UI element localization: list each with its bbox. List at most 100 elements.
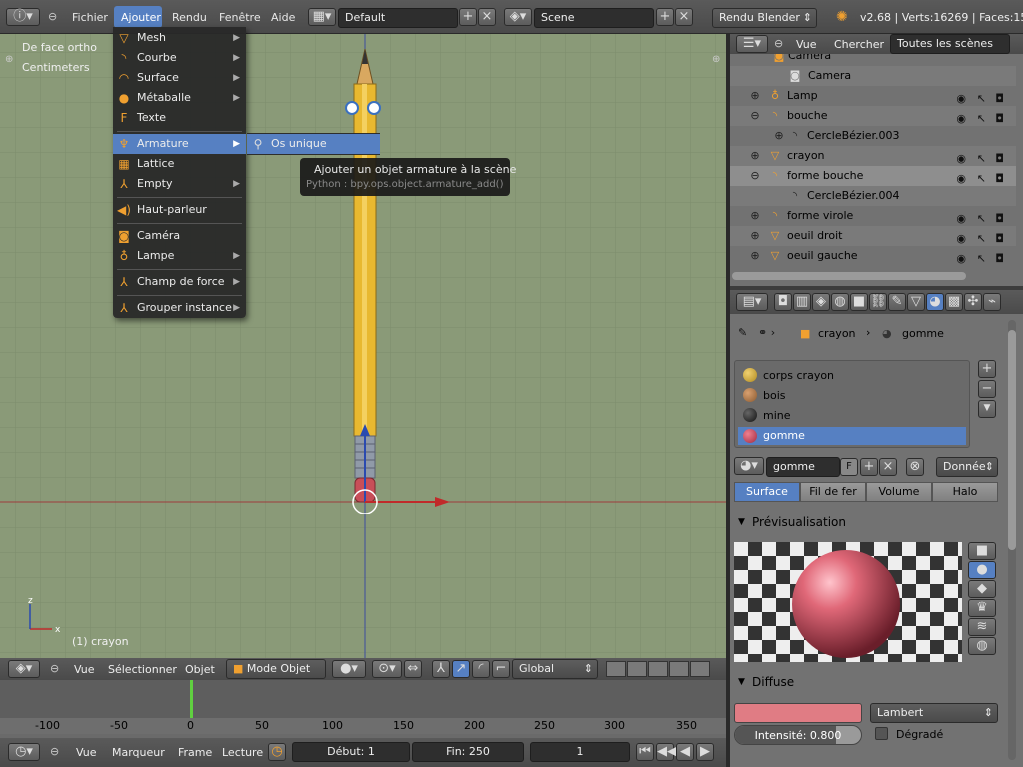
jump-start-icon[interactable]: ⏮ (636, 743, 654, 761)
texture-tab-icon[interactable]: ▩ (945, 293, 963, 311)
timeline-editor-type-button[interactable]: ◷▾ (8, 743, 40, 761)
outliner-row[interactable]: ⊖ ◝ bouche ◉ ↖ ◘ (730, 106, 1016, 126)
expand-icon[interactable]: ⊕ (748, 89, 762, 103)
outliner-editor-type-button[interactable]: ☰▾ (736, 35, 768, 53)
outliner-row[interactable]: ⊖ ◝ forme bouche ◉ ↖ ◘ (730, 166, 1016, 186)
collapse-icon[interactable]: ⊖ (50, 745, 59, 758)
collapse-row-icon[interactable]: ⊖ (748, 169, 762, 183)
material-slot-label[interactable]: gomme (763, 429, 805, 442)
preview-hair-icon[interactable]: ≋ (968, 618, 996, 636)
material-slot-label[interactable]: mine (763, 409, 791, 422)
material-tab-icon[interactable]: ◕ (926, 293, 944, 311)
end-frame-field[interactable]: Fin: 250 (412, 742, 524, 762)
info-editor-type-button[interactable]: ⓘ▾ (6, 8, 40, 26)
expand-icon[interactable]: ⊕ (748, 229, 762, 243)
preview-range-icon[interactable]: ◷ (268, 743, 286, 761)
menu-item-grouper-instance[interactable]: ⅄ Grouper instance ▶ (113, 298, 246, 318)
expand-icon[interactable]: ⊕ (748, 249, 762, 263)
layer-button[interactable] (627, 661, 647, 677)
pin-icon[interactable]: ✎ (738, 326, 747, 339)
collapse-icon[interactable]: ⊖ (774, 37, 783, 50)
3d-viewport[interactable]: De face ortho Centimeters ⊕ ⊕ x z (1) cr… (0, 34, 726, 658)
menu-item-armature[interactable]: ♆ Armature ▶ (113, 134, 246, 154)
properties-scrollbar[interactable] (1008, 320, 1016, 760)
current-frame-field[interactable]: 1 (530, 742, 630, 762)
timeline-menu-marqueur[interactable]: Marqueur (112, 746, 165, 759)
outliner-row[interactable]: ◙ Camera (730, 66, 1016, 86)
outliner-scrollbar[interactable] (732, 272, 966, 280)
material-browse-button[interactable]: ◕▾ (734, 457, 764, 475)
intensity-slider[interactable]: Intensité: 0.800 (734, 725, 862, 745)
menu-item-champ-de-force[interactable]: ⅄ Champ de force ▶ (113, 272, 246, 292)
scene-name-field[interactable]: Scene (534, 8, 654, 28)
timeline-menu-lecture[interactable]: Lecture (222, 746, 263, 759)
outliner-row[interactable]: ⊕ ◝ forme virole ◉ ↖ ◘ (730, 206, 1016, 226)
preview-cube-icon[interactable]: ◆ (968, 580, 996, 598)
timeline-menu-frame[interactable]: Frame (178, 746, 212, 759)
menu-item-metaballe[interactable]: ● Métaballe ▶ (113, 88, 246, 108)
object-tab-icon[interactable]: ■ (850, 293, 868, 311)
collapse-row-icon[interactable]: ⊖ (748, 109, 762, 123)
diffuse-shader-select[interactable]: Lambert ⇕ (870, 703, 998, 723)
viewport-editor-type-button[interactable]: ◈▾ (8, 660, 40, 678)
menu-vue[interactable]: Vue (74, 663, 95, 676)
properties-editor-type-button[interactable]: ▤▾ (736, 293, 768, 311)
tab-surface[interactable]: Surface (734, 482, 800, 502)
outliner-row[interactable]: ◙ Camera (730, 54, 1016, 66)
timeline[interactable]: -100 -50 0 50 100 150 200 250 300 350 (0, 680, 726, 738)
menu-item-os-unique[interactable]: ⚲ Os unique (247, 134, 380, 154)
menu-ajouter[interactable]: Ajouter (121, 11, 161, 24)
render-tab-icon[interactable]: ◘ (774, 293, 792, 311)
diffuse-color-swatch[interactable] (734, 703, 862, 723)
expand-icon[interactable]: ⊕ (748, 209, 762, 223)
material-slot-label[interactable]: corps crayon (763, 369, 834, 382)
play-reverse-icon[interactable]: ◀ (676, 743, 694, 761)
menu-rendu[interactable]: Rendu (172, 11, 207, 24)
new-material-icon[interactable]: + (860, 458, 878, 476)
tab-fil-de-fer[interactable]: Fil de fer (800, 482, 866, 502)
outliner-row[interactable]: ⊕ ◝ CercleBézier.003 (730, 126, 1016, 146)
layer-button[interactable] (690, 661, 710, 677)
interaction-mode-select[interactable]: ■ Mode Objet (226, 659, 326, 679)
physics-tab-icon[interactable]: ⌁ (983, 293, 1001, 311)
menu-objet[interactable]: Objet (185, 663, 215, 676)
preview-plane-icon[interactable]: ■ (968, 542, 996, 560)
properties-scroll-thumb[interactable] (1008, 330, 1016, 550)
add-material-slot-icon[interactable]: + (978, 360, 996, 378)
add-layout-icon[interactable]: + (459, 8, 477, 26)
outliner-row[interactable]: ⊕ ▽ crayon ◉ ↖ ◘ (730, 146, 1016, 166)
material-name-field[interactable]: gomme (766, 457, 840, 477)
menu-item-haut-parleur[interactable]: ◀) Haut-parleur (113, 200, 246, 220)
scene-selector-button[interactable]: ◈▾ (504, 8, 532, 26)
pivot-select[interactable]: ⊙▾ (372, 660, 402, 678)
outliner-row[interactable]: ◝ CercleBézier.004 (730, 186, 1016, 206)
menu-item-lattice[interactable]: ▦ Lattice (113, 154, 246, 174)
menu-item-texte[interactable]: F Texte (113, 108, 246, 128)
shading-select[interactable]: ●▾ (332, 660, 366, 678)
rotate-icon[interactable]: ◜ (472, 660, 490, 678)
layer-button[interactable] (669, 661, 689, 677)
add-scene-icon[interactable]: + (656, 8, 674, 26)
menu-item-lampe[interactable]: ♁ Lampe ▶ (113, 246, 246, 266)
timeline-track[interactable] (0, 680, 726, 718)
preview-panel-header[interactable]: ▼ Prévisualisation (730, 511, 1023, 533)
menu-fenetre[interactable]: Fenêtre (219, 11, 261, 24)
transform-orientation-select[interactable]: Global ⇕ (512, 659, 598, 679)
material-link-select[interactable]: Donnée ⇕ (936, 457, 998, 477)
menu-item-mesh[interactable]: ▽ Mesh ▶ (113, 28, 246, 48)
remove-material-slot-icon[interactable]: − (978, 380, 996, 398)
prev-keyframe-icon[interactable]: ◀◀ (656, 743, 677, 761)
menu-item-empty[interactable]: ⅄ Empty ▶ (113, 174, 246, 194)
scene-tab-icon[interactable]: ◈ (812, 293, 830, 311)
layer-button[interactable] (648, 661, 668, 677)
left-eye[interactable] (345, 101, 359, 115)
preview-world-icon[interactable]: ◍ (968, 637, 996, 655)
menu-item-courbe[interactable]: ◝ Courbe ▶ (113, 48, 246, 68)
particles-tab-icon[interactable]: ✣ (964, 293, 982, 311)
outliner-view-menu[interactable]: Vue (796, 38, 817, 51)
node-material-icon[interactable]: ⊗ (906, 458, 924, 476)
material-slot-label[interactable]: bois (763, 389, 786, 402)
manipulator-icon[interactable]: ⇔ (404, 660, 422, 678)
slot-menu-icon[interactable]: ▼ (978, 400, 996, 418)
material-slot-list[interactable]: corps crayon bois mine gomme (734, 360, 970, 448)
